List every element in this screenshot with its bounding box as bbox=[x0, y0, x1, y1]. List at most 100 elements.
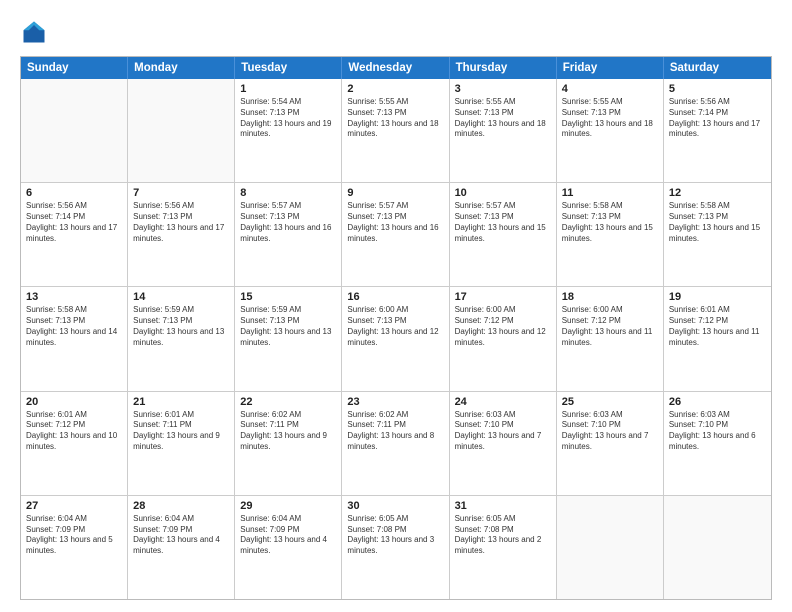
day-number: 10 bbox=[455, 187, 551, 199]
day-number: 7 bbox=[133, 187, 229, 199]
day-number: 28 bbox=[133, 500, 229, 512]
day-number: 13 bbox=[26, 291, 122, 303]
weekday-header: Sunday bbox=[21, 57, 128, 79]
weekday-header: Friday bbox=[557, 57, 664, 79]
calendar-cell: 3 Sunrise: 5:55 AM Sunset: 7:13 PM Daylig… bbox=[450, 79, 557, 182]
calendar-cell: 18 Sunrise: 6:00 AM Sunset: 7:12 PM Dayli… bbox=[557, 287, 664, 390]
calendar-header: SundayMondayTuesdayWednesdayThursdayFrid… bbox=[21, 57, 771, 79]
day-number: 24 bbox=[455, 396, 551, 408]
cell-details: Sunrise: 5:54 AM Sunset: 7:13 PM Dayligh… bbox=[240, 97, 336, 140]
header bbox=[20, 18, 772, 46]
day-number: 29 bbox=[240, 500, 336, 512]
cell-details: Sunrise: 5:57 AM Sunset: 7:13 PM Dayligh… bbox=[240, 201, 336, 244]
calendar-cell: 25 Sunrise: 6:03 AM Sunset: 7:10 PM Dayli… bbox=[557, 392, 664, 495]
logo-icon bbox=[20, 18, 48, 46]
calendar-cell bbox=[664, 496, 771, 599]
day-number: 25 bbox=[562, 396, 658, 408]
calendar-cell: 14Sunrise: 5:59 AM Sunset: 7:13 PM Dayli… bbox=[128, 287, 235, 390]
logo bbox=[20, 18, 52, 46]
cell-details: Sunrise: 6:03 AM Sunset: 7:10 PM Dayligh… bbox=[562, 410, 658, 453]
calendar-cell: 4 Sunrise: 5:55 AM Sunset: 7:13 PM Daylig… bbox=[557, 79, 664, 182]
day-number: 1 bbox=[240, 83, 336, 95]
day-number: 15 bbox=[240, 291, 336, 303]
calendar-cell: 6 Sunrise: 5:56 AM Sunset: 7:14 PM Daylig… bbox=[21, 183, 128, 286]
calendar-row: 13 Sunrise: 5:58 AM Sunset: 7:13 PM Dayli… bbox=[21, 286, 771, 390]
calendar-cell: 7 Sunrise: 5:56 AM Sunset: 7:13 PM Daylig… bbox=[128, 183, 235, 286]
day-number: 8 bbox=[240, 187, 336, 199]
calendar-cell: 13 Sunrise: 5:58 AM Sunset: 7:13 PM Dayli… bbox=[21, 287, 128, 390]
calendar-cell: 28 Sunrise: 6:04 AM Sunset: 7:09 PM Dayli… bbox=[128, 496, 235, 599]
day-number: 30 bbox=[347, 500, 443, 512]
calendar-row: 1 Sunrise: 5:54 AM Sunset: 7:13 PM Daylig… bbox=[21, 79, 771, 182]
calendar-cell: 8 Sunrise: 5:57 AM Sunset: 7:13 PM Daylig… bbox=[235, 183, 342, 286]
cell-details: Sunrise: 5:56 AM Sunset: 7:13 PM Dayligh… bbox=[133, 201, 229, 244]
calendar-cell: 5Sunrise: 5:56 AM Sunset: 7:14 PM Daylig… bbox=[664, 79, 771, 182]
cell-details: Sunrise: 5:59 AM Sunset: 7:13 PM Dayligh… bbox=[133, 305, 229, 348]
calendar-cell: 21Sunrise: 6:01 AM Sunset: 7:11 PM Dayli… bbox=[128, 392, 235, 495]
calendar-cell: 2Sunrise: 5:55 AM Sunset: 7:13 PM Daylig… bbox=[342, 79, 449, 182]
calendar-cell: 27Sunrise: 6:04 AM Sunset: 7:09 PM Dayli… bbox=[21, 496, 128, 599]
calendar-cell: 19 Sunrise: 6:01 AM Sunset: 7:12 PM Dayli… bbox=[664, 287, 771, 390]
day-number: 19 bbox=[669, 291, 766, 303]
day-number: 16 bbox=[347, 291, 443, 303]
day-number: 23 bbox=[347, 396, 443, 408]
day-number: 17 bbox=[455, 291, 551, 303]
calendar-cell: 22 Sunrise: 6:02 AM Sunset: 7:11 PM Dayli… bbox=[235, 392, 342, 495]
cell-details: Sunrise: 5:55 AM Sunset: 7:13 PM Dayligh… bbox=[562, 97, 658, 140]
calendar-cell bbox=[557, 496, 664, 599]
cell-details: Sunrise: 6:04 AM Sunset: 7:09 PM Dayligh… bbox=[133, 514, 229, 557]
calendar-cell: 11 Sunrise: 5:58 AM Sunset: 7:13 PM Dayli… bbox=[557, 183, 664, 286]
weekday-header: Thursday bbox=[450, 57, 557, 79]
weekday-header: Wednesday bbox=[342, 57, 449, 79]
day-number: 26 bbox=[669, 396, 766, 408]
day-number: 18 bbox=[562, 291, 658, 303]
cell-details: Sunrise: 5:56 AM Sunset: 7:14 PM Dayligh… bbox=[26, 201, 122, 244]
cell-details: Sunrise: 6:03 AM Sunset: 7:10 PM Dayligh… bbox=[669, 410, 766, 453]
day-number: 22 bbox=[240, 396, 336, 408]
calendar: SundayMondayTuesdayWednesdayThursdayFrid… bbox=[20, 56, 772, 600]
day-number: 21 bbox=[133, 396, 229, 408]
day-number: 20 bbox=[26, 396, 122, 408]
day-number: 31 bbox=[455, 500, 551, 512]
calendar-cell: 31 Sunrise: 6:05 AM Sunset: 7:08 PM Dayli… bbox=[450, 496, 557, 599]
cell-details: Sunrise: 6:01 AM Sunset: 7:12 PM Dayligh… bbox=[669, 305, 766, 348]
cell-details: Sunrise: 6:05 AM Sunset: 7:08 PM Dayligh… bbox=[455, 514, 551, 557]
cell-details: Sunrise: 6:01 AM Sunset: 7:12 PM Dayligh… bbox=[26, 410, 122, 453]
day-number: 4 bbox=[562, 83, 658, 95]
day-number: 3 bbox=[455, 83, 551, 95]
calendar-row: 27Sunrise: 6:04 AM Sunset: 7:09 PM Dayli… bbox=[21, 495, 771, 599]
cell-details: Sunrise: 5:59 AM Sunset: 7:13 PM Dayligh… bbox=[240, 305, 336, 348]
day-number: 6 bbox=[26, 187, 122, 199]
page: SundayMondayTuesdayWednesdayThursdayFrid… bbox=[0, 0, 792, 612]
cell-details: Sunrise: 6:02 AM Sunset: 7:11 PM Dayligh… bbox=[240, 410, 336, 453]
day-number: 11 bbox=[562, 187, 658, 199]
cell-details: Sunrise: 5:58 AM Sunset: 7:13 PM Dayligh… bbox=[669, 201, 766, 244]
weekday-header: Tuesday bbox=[235, 57, 342, 79]
cell-details: Sunrise: 6:04 AM Sunset: 7:09 PM Dayligh… bbox=[240, 514, 336, 557]
cell-details: Sunrise: 5:55 AM Sunset: 7:13 PM Dayligh… bbox=[347, 97, 443, 140]
cell-details: Sunrise: 5:57 AM Sunset: 7:13 PM Dayligh… bbox=[347, 201, 443, 244]
calendar-cell: 30 Sunrise: 6:05 AM Sunset: 7:08 PM Dayli… bbox=[342, 496, 449, 599]
calendar-body: 1 Sunrise: 5:54 AM Sunset: 7:13 PM Daylig… bbox=[21, 79, 771, 599]
calendar-cell bbox=[128, 79, 235, 182]
calendar-cell: 17 Sunrise: 6:00 AM Sunset: 7:12 PM Dayli… bbox=[450, 287, 557, 390]
cell-details: Sunrise: 6:00 AM Sunset: 7:13 PM Dayligh… bbox=[347, 305, 443, 348]
cell-details: Sunrise: 5:56 AM Sunset: 7:14 PM Dayligh… bbox=[669, 97, 766, 140]
calendar-cell: 12 Sunrise: 5:58 AM Sunset: 7:13 PM Dayli… bbox=[664, 183, 771, 286]
calendar-cell: 23 Sunrise: 6:02 AM Sunset: 7:11 PM Dayli… bbox=[342, 392, 449, 495]
cell-details: Sunrise: 6:00 AM Sunset: 7:12 PM Dayligh… bbox=[562, 305, 658, 348]
calendar-cell: 16 Sunrise: 6:00 AM Sunset: 7:13 PM Dayli… bbox=[342, 287, 449, 390]
cell-details: Sunrise: 6:05 AM Sunset: 7:08 PM Dayligh… bbox=[347, 514, 443, 557]
calendar-cell: 1 Sunrise: 5:54 AM Sunset: 7:13 PM Daylig… bbox=[235, 79, 342, 182]
calendar-cell: 9Sunrise: 5:57 AM Sunset: 7:13 PM Daylig… bbox=[342, 183, 449, 286]
cell-details: Sunrise: 6:00 AM Sunset: 7:12 PM Dayligh… bbox=[455, 305, 551, 348]
cell-details: Sunrise: 5:58 AM Sunset: 7:13 PM Dayligh… bbox=[26, 305, 122, 348]
calendar-cell bbox=[21, 79, 128, 182]
cell-details: Sunrise: 5:55 AM Sunset: 7:13 PM Dayligh… bbox=[455, 97, 551, 140]
cell-details: Sunrise: 6:03 AM Sunset: 7:10 PM Dayligh… bbox=[455, 410, 551, 453]
calendar-cell: 20 Sunrise: 6:01 AM Sunset: 7:12 PM Dayli… bbox=[21, 392, 128, 495]
day-number: 12 bbox=[669, 187, 766, 199]
cell-details: Sunrise: 6:02 AM Sunset: 7:11 PM Dayligh… bbox=[347, 410, 443, 453]
calendar-cell: 15 Sunrise: 5:59 AM Sunset: 7:13 PM Dayli… bbox=[235, 287, 342, 390]
cell-details: Sunrise: 5:58 AM Sunset: 7:13 PM Dayligh… bbox=[562, 201, 658, 244]
